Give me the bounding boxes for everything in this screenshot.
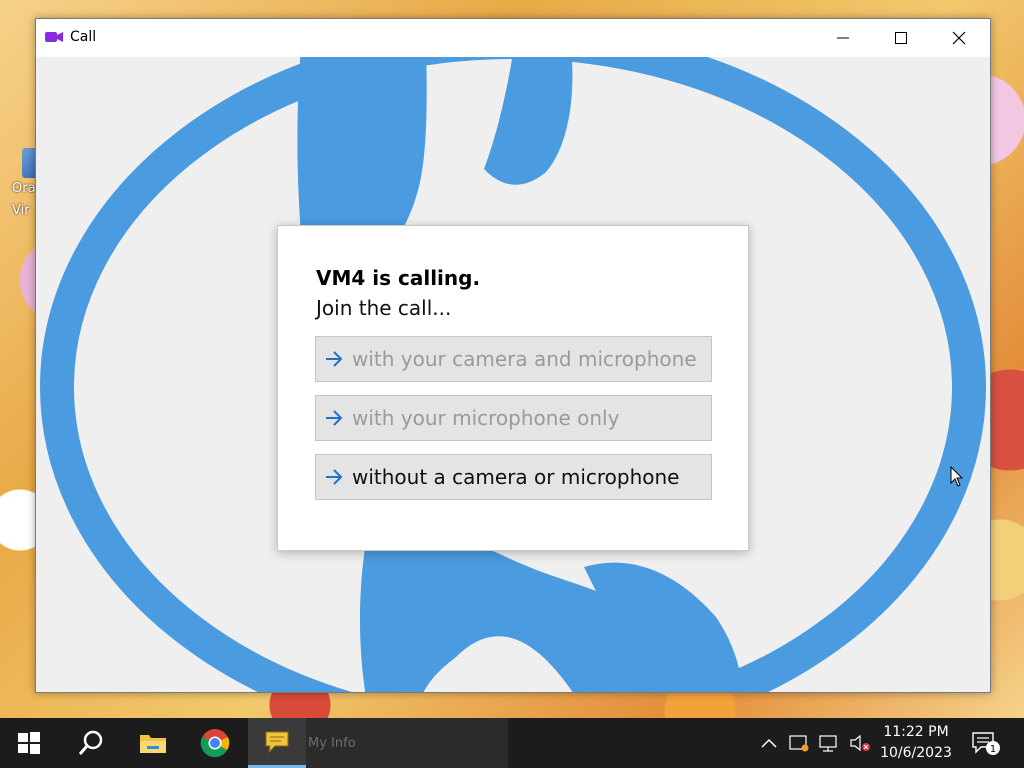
- system-clock[interactable]: 11:22 PM 10/6/2023: [876, 718, 956, 768]
- search-button[interactable]: [62, 718, 120, 768]
- chevron-up-icon: [761, 738, 777, 748]
- windows-start-icon: [18, 732, 40, 754]
- minimize-icon: [837, 37, 849, 39]
- option-label: with your camera and microphone: [352, 347, 697, 371]
- option-label: with your microphone only: [352, 406, 620, 430]
- notification-count: 1: [990, 744, 996, 755]
- minimize-button[interactable]: [814, 19, 872, 57]
- call-heading: VM4 is calling.: [316, 266, 481, 290]
- join-with-mic-only-button[interactable]: with your microphone only: [315, 395, 712, 441]
- chat-icon: [265, 731, 289, 753]
- taskbar-item-label: My Info: [308, 735, 356, 751]
- join-with-camera-and-mic-button[interactable]: with your camera and microphone: [315, 336, 712, 382]
- arrow-right-icon: [316, 351, 352, 367]
- maximize-button[interactable]: [872, 19, 930, 57]
- chrome-button[interactable]: [186, 718, 244, 768]
- file-explorer-icon: [140, 735, 166, 753]
- action-center-button[interactable]: 1: [966, 718, 1006, 768]
- call-window: Call VM4 is calling. Join the call... wi…: [35, 18, 991, 693]
- join-call-prompt: Join the call...: [316, 296, 452, 320]
- volume-tray-button[interactable]: [847, 718, 873, 768]
- chat-app-button[interactable]: [248, 718, 306, 768]
- update-tray-button[interactable]: [787, 718, 811, 768]
- my-info-taskbar-item[interactable]: My Info: [306, 718, 508, 768]
- option-label: without a camera or microphone: [352, 465, 680, 489]
- video-camera-icon: [45, 32, 63, 42]
- join-without-camera-or-mic-button[interactable]: without a camera or microphone: [315, 454, 712, 500]
- arrow-right-icon: [316, 410, 352, 426]
- title-bar[interactable]: Call: [36, 19, 990, 57]
- clock-time: 11:22 PM: [883, 724, 949, 740]
- notification-icon: 1: [972, 732, 1000, 755]
- update-icon: [789, 735, 809, 752]
- search-icon: [78, 730, 103, 755]
- network-icon: [819, 735, 837, 752]
- arrow-right-icon: [316, 469, 352, 485]
- window-title: Call: [70, 29, 97, 45]
- start-button[interactable]: [0, 718, 58, 768]
- maximize-icon: [895, 32, 907, 44]
- network-tray-button[interactable]: [817, 718, 841, 768]
- mouse-cursor-icon: [950, 466, 964, 487]
- volume-muted-icon: [850, 734, 870, 752]
- close-icon: [952, 31, 966, 45]
- file-explorer-button[interactable]: [124, 718, 182, 768]
- show-hidden-icons-button[interactable]: [758, 718, 780, 768]
- close-button[interactable]: [930, 19, 988, 57]
- chrome-icon: [200, 729, 230, 758]
- incoming-call-dialog: VM4 is calling. Join the call... with yo…: [277, 225, 749, 551]
- clock-date: 10/6/2023: [880, 745, 952, 761]
- taskbar: My Info 11:22 PM 10/6/2023 1: [0, 718, 1024, 768]
